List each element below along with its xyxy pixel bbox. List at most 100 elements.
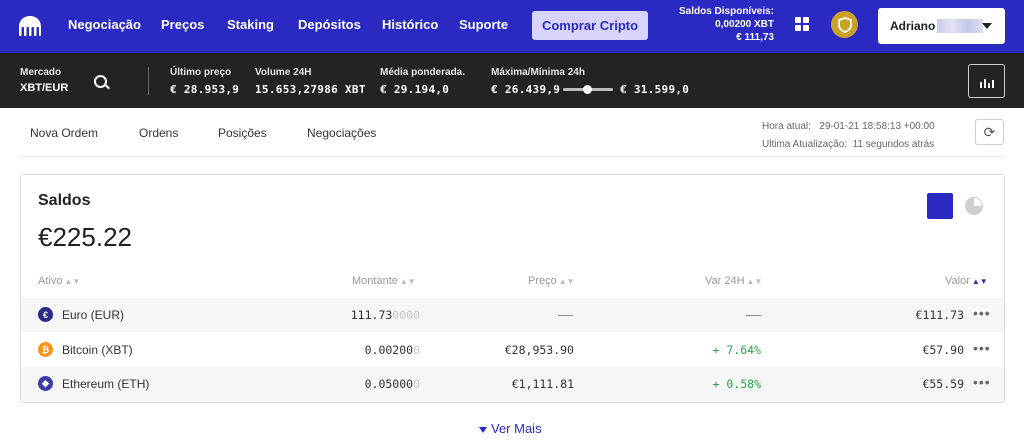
sort-icon: ▲▼ (64, 277, 81, 286)
nav-prices[interactable]: Preços (161, 17, 204, 32)
nav-staking[interactable]: Staking (227, 17, 274, 32)
dash (558, 315, 573, 317)
price: €28,953.90 (504, 343, 574, 357)
caret-down-icon (479, 426, 487, 433)
divider (148, 67, 149, 95)
balance-xbt: 0,00200 XBT (715, 19, 774, 30)
tab-trades[interactable]: Negociações (307, 126, 376, 140)
weighted-avg-label: Média ponderada. (380, 67, 466, 78)
current-time-label: Hora atual: (762, 121, 811, 132)
kraken-logo[interactable] (17, 14, 43, 38)
security-shield-icon[interactable] (831, 11, 858, 38)
balances-title: Saldos (38, 192, 91, 209)
dash (746, 315, 761, 317)
time-info: Hora atual: 29-01-21 18:58:13 +00:00 Ult… (762, 118, 935, 154)
table-row[interactable]: € Euro (EUR) 111.730000 €111.73 ••• (21, 298, 1004, 332)
col-change-label: Var 24H (705, 275, 745, 287)
see-more-label: Ver Mais (491, 421, 542, 436)
sort-icon: ▲▼ (558, 277, 575, 286)
col-amount-label: Montante (352, 275, 398, 287)
tab-new-order[interactable]: Nova Ordem (30, 126, 98, 140)
tab-positions[interactable]: Posições (218, 126, 267, 140)
col-asset-label: Ativo (38, 275, 63, 287)
range-low-value: € 26.439,9 (491, 83, 561, 96)
divider (20, 156, 1005, 157)
apps-grid-icon[interactable] (795, 17, 809, 31)
range-label: Máxima/Mínima 24h (491, 67, 585, 78)
user-menu-button[interactable]: Adriano (878, 8, 1005, 44)
amount-main: 0.00200 (364, 343, 414, 357)
search-icon[interactable] (94, 75, 107, 88)
sort-icon: ▲▼ (746, 277, 763, 286)
change: + 0.58% (712, 377, 761, 391)
asset-name: Bitcoin (XBT) (62, 343, 133, 357)
market-label: Mercado (20, 67, 62, 78)
table-row[interactable]: ◆ Ethereum (ETH) 0.050000 €1,111.81 + 0.… (21, 367, 1004, 401)
asset-name: Euro (EUR) (62, 308, 125, 322)
available-balances: Saldos Disponíveis: 0,00200 XBT € 111,73 (679, 5, 774, 44)
change: + 7.64% (712, 343, 761, 357)
price: €1,111.81 (511, 377, 574, 391)
value: €55.59 (922, 377, 964, 391)
amount: 111.730000 (351, 308, 420, 322)
nav-support[interactable]: Suporte (459, 17, 508, 32)
value: €111.73 (915, 308, 964, 322)
nav-history[interactable]: Histórico (382, 17, 438, 32)
amount-main: 111.73 (350, 308, 393, 322)
col-amount[interactable]: Montante ▲▼ (352, 275, 416, 287)
col-change[interactable]: Var 24H ▲▼ (705, 275, 762, 287)
amount-main: 0.05000 (364, 377, 414, 391)
ethereum-coin-icon: ◆ (38, 376, 53, 391)
range-knob (583, 85, 592, 94)
market-bar: Mercado XBT/EUR Último preço € 28.953,9 … (0, 53, 1024, 108)
amount-trailing-zeros: 0 (413, 343, 420, 357)
sort-desc-icon: ▲▼ (971, 277, 988, 286)
see-more-link[interactable]: Ver Mais (479, 421, 542, 436)
col-asset[interactable]: Ativo ▲▼ (38, 275, 80, 287)
col-value-label: Valor (945, 275, 970, 287)
chart-toggle-button[interactable] (968, 64, 1005, 98)
more-options-icon[interactable]: ••• (973, 340, 991, 356)
buy-crypto-button[interactable]: Comprar Cripto (532, 11, 648, 40)
last-price-value: € 28.953,9 (170, 83, 240, 96)
balances-title: Saldos Disponíveis: (678, 6, 774, 17)
value: €57.90 (922, 343, 964, 357)
table-view-toggle[interactable] (927, 193, 953, 219)
current-time-value: 29-01-21 18:58:13 +00:00 (819, 121, 935, 132)
amount: 0.050000 (365, 377, 420, 391)
weighted-avg-value: € 29.194,0 (380, 83, 450, 96)
nav-trade[interactable]: Negociação (68, 17, 141, 32)
last-update-label: Ultima Atualização: (762, 139, 848, 150)
bitcoin-coin-icon: ₿ (38, 342, 53, 357)
top-navigation: Negociação Preços Staking Depósitos Hist… (0, 0, 1024, 53)
col-price[interactable]: Preço ▲▼ (528, 275, 575, 287)
refresh-button[interactable]: ⟳ (975, 119, 1004, 145)
change-empty (746, 308, 761, 322)
market-pair[interactable]: XBT/EUR (20, 82, 68, 94)
price-empty (558, 308, 573, 322)
range-indicator (563, 85, 613, 94)
volume-label: Volume 24H (255, 67, 312, 78)
more-options-icon[interactable]: ••• (973, 305, 991, 321)
user-name: Adriano (890, 19, 936, 33)
range-high-value: € 31.599,0 (620, 83, 690, 96)
asset-name: Ethereum (ETH) (62, 377, 150, 391)
amount: 0.002000 (365, 343, 420, 357)
volume-value: 15.653,27986 XBT (255, 83, 366, 96)
balances-card: Saldos €225.22 Ativo ▲▼ Montante ▲▼ Preço ▲… (20, 174, 1005, 403)
chevron-down-icon (982, 23, 992, 29)
table-row[interactable]: ₿ Bitcoin (XBT) 0.002000 €28,953.90 + 7.… (21, 333, 1004, 367)
last-update-value: 11 segundos atrás (852, 139, 935, 150)
amount-trailing-zeros: 0 (413, 377, 420, 391)
euro-coin-icon: € (38, 307, 53, 322)
total-balance: €225.22 (38, 222, 132, 252)
more-options-icon[interactable]: ••• (973, 374, 991, 390)
pie-chart-icon[interactable] (965, 197, 983, 215)
sort-icon: ▲▼ (399, 277, 416, 286)
tab-orders[interactable]: Ordens (139, 126, 178, 140)
last-price-label: Último preço (170, 67, 232, 78)
nav-deposits[interactable]: Depósitos (298, 17, 361, 32)
refresh-icon: ⟳ (983, 123, 996, 140)
col-value[interactable]: Valor ▲▼ (945, 275, 988, 287)
col-price-label: Preço (528, 275, 557, 287)
